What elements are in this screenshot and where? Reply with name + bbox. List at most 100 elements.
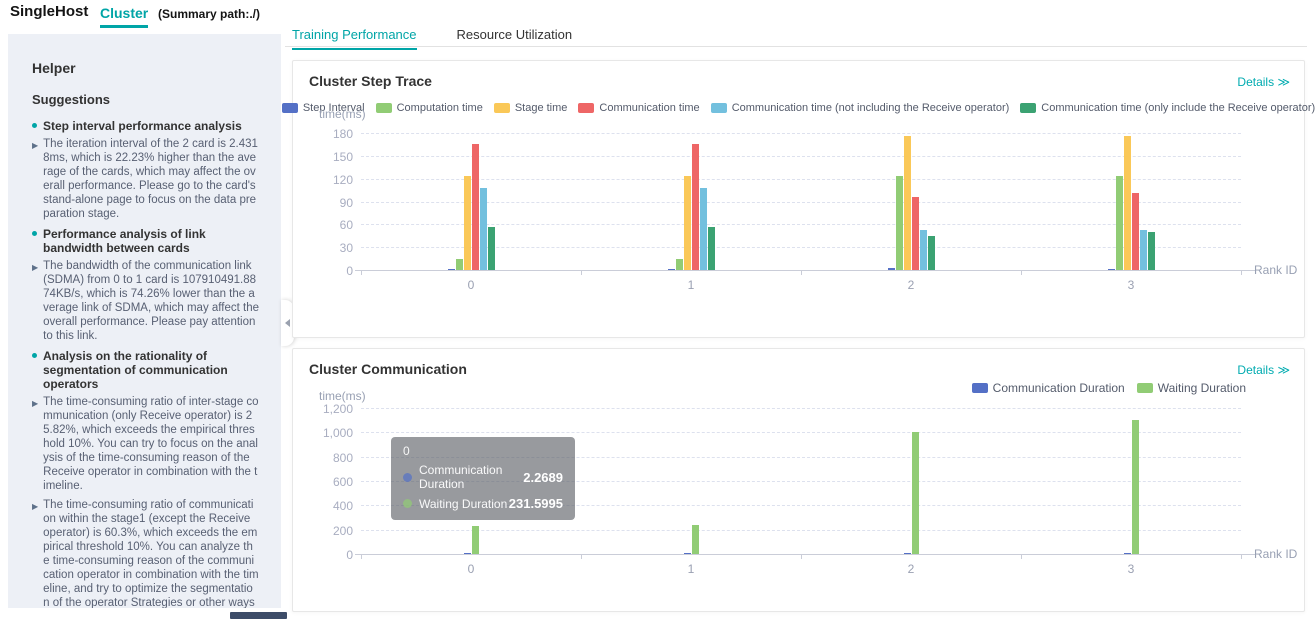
bar-communication-time-rank-3[interactable] <box>1132 193 1139 270</box>
gridline <box>361 133 1241 134</box>
communication-details-link[interactable]: Details ≫ <box>1237 363 1290 377</box>
bar-computation-time-rank-0[interactable] <box>456 259 463 270</box>
horizontal-scrollbar-thumb[interactable] <box>230 612 287 619</box>
bar-computation-time-rank-2[interactable] <box>896 176 903 270</box>
y-axis-tick-label: 0 <box>295 264 353 278</box>
bar-communication-duration-rank-3[interactable] <box>1124 553 1131 554</box>
bar-group-rank-0 <box>464 526 479 554</box>
legend-label: Waiting Duration <box>1158 381 1246 395</box>
bar-stage-time-rank-1[interactable] <box>684 176 691 270</box>
x-axis-category-label: 0 <box>361 562 581 576</box>
bar-communication-time-not-including-the-receive-operator-rank-0[interactable] <box>480 188 487 270</box>
tooltip-row: Communication Duration2.2689 <box>403 463 563 491</box>
bar-communication-time-not-including-the-receive-operator-rank-2[interactable] <box>920 230 927 270</box>
y-axis-tick-label: 0 <box>295 548 353 562</box>
page-title: SingleHost <box>10 3 88 20</box>
chevron-left-icon <box>285 319 290 327</box>
suggestion-detail: ▶The time-consuming ratio of inter-stage… <box>32 395 259 493</box>
bar-waiting-duration-rank-1[interactable] <box>692 525 699 554</box>
bar-communication-time-not-including-the-receive-operator-rank-1[interactable] <box>700 188 707 270</box>
bar-computation-time-rank-1[interactable] <box>676 259 683 270</box>
bar-step-interval-rank-0[interactable] <box>448 269 455 271</box>
bar-step-interval-rank-1[interactable] <box>668 269 675 271</box>
tooltip-row: Waiting Duration231.5995 <box>403 496 563 511</box>
legend-item-communication-time-only-include-the-receive-operator[interactable]: Communication time (only include the Rec… <box>1020 102 1315 114</box>
y-axis-tick-label: 1,200 <box>295 402 353 416</box>
legend-swatch-icon <box>494 103 510 113</box>
suggestion-detail: ▶The time-consuming ratio of communicati… <box>32 498 259 608</box>
tooltip-series-value: 2.2689 <box>523 470 563 485</box>
bar-stage-time-rank-3[interactable] <box>1124 136 1131 270</box>
helper-title: Helper <box>32 60 259 76</box>
bar-group-rank-2 <box>888 136 935 270</box>
legend-swatch-icon <box>282 103 298 113</box>
y-axis-tick-label: 600 <box>295 475 353 489</box>
caret-right-icon: ▶ <box>32 500 38 608</box>
legend-swatch-icon <box>1137 383 1153 393</box>
x-axis-category-label: 2 <box>801 278 1021 292</box>
bar-stage-time-rank-0[interactable] <box>464 176 471 270</box>
x-axis-category-label: 1 <box>581 278 801 292</box>
bar-communication-time-rank-1[interactable] <box>692 144 699 270</box>
suggestion-detail-text: The bandwidth of the communication link … <box>43 259 259 343</box>
x-axis-category-label: 2 <box>801 562 1021 576</box>
bar-waiting-duration-rank-2[interactable] <box>912 432 919 554</box>
bar-communication-duration-rank-1[interactable] <box>684 553 691 554</box>
legend-label: Communication time (not including the Re… <box>732 102 1010 114</box>
bar-waiting-duration-rank-0[interactable] <box>472 526 479 554</box>
y-axis-tick-label: 400 <box>295 499 353 513</box>
bar-step-interval-rank-2[interactable] <box>888 268 895 270</box>
y-axis-name: time(ms) <box>319 107 366 121</box>
bar-communication-time-only-include-the-receive-operator-rank-3[interactable] <box>1148 232 1155 270</box>
legend-swatch-icon <box>711 103 727 113</box>
gridline <box>361 432 1241 433</box>
bar-waiting-duration-rank-3[interactable] <box>1132 420 1139 554</box>
bar-communication-time-rank-0[interactable] <box>472 144 479 270</box>
y-axis-tick-label: 800 <box>295 451 353 465</box>
legend-item-computation-time[interactable]: Computation time <box>376 102 483 114</box>
bar-communication-time-rank-2[interactable] <box>912 197 919 270</box>
x-axis-category-label: 3 <box>1021 562 1241 576</box>
tabs-divider <box>285 46 1307 47</box>
tooltip-series-label: Communication Duration <box>419 463 523 491</box>
legend-item-communication-time-not-including-the-receive-operator[interactable]: Communication time (not including the Re… <box>711 102 1010 114</box>
x-axis-line <box>355 270 1255 271</box>
tooltip-rows: Communication Duration2.2689 Waiting Dura… <box>403 463 563 511</box>
suggestion-detail-text: The time-consuming ratio of inter-stage … <box>43 395 259 493</box>
step-trace-details-link[interactable]: Details ≫ <box>1237 75 1290 89</box>
caret-right-icon: ▶ <box>32 397 38 493</box>
legend-item-communication-time[interactable]: Communication time <box>578 102 699 114</box>
bar-communication-time-only-include-the-receive-operator-rank-1[interactable] <box>708 227 715 270</box>
legend-item-waiting-duration[interactable]: Waiting Duration <box>1137 381 1246 395</box>
bar-group-rank-2 <box>904 432 919 554</box>
cluster-step-trace-card: Cluster Step Trace Details ≫ Step Interv… <box>292 60 1305 338</box>
legend-item-communication-duration[interactable]: Communication Duration <box>972 381 1125 395</box>
chart-tooltip: 0 Communication Duration2.2689Waiting Du… <box>391 437 575 520</box>
legend-item-stage-time[interactable]: Stage time <box>494 102 568 114</box>
suggestion-detail-text: The time-consuming ratio of communicatio… <box>43 498 259 608</box>
nav-cluster[interactable]: Cluster <box>100 5 148 28</box>
bar-communication-time-only-include-the-receive-operator-rank-0[interactable] <box>488 227 495 270</box>
bar-communication-time-not-including-the-receive-operator-rank-3[interactable] <box>1140 230 1147 270</box>
legend-label: Computation time <box>397 102 483 114</box>
suggestions-title: Suggestions <box>32 92 259 107</box>
suggestion-title: Step interval performance analysis <box>32 119 259 133</box>
suggestion-detail-text: The iteration interval of the 2 card is … <box>43 137 259 221</box>
bullet-icon <box>32 123 37 128</box>
bar-communication-duration-rank-0[interactable] <box>464 553 471 554</box>
suggestions-list: Step interval performance analysis▶The i… <box>32 119 259 608</box>
bar-computation-time-rank-3[interactable] <box>1116 176 1123 270</box>
bar-communication-duration-rank-2[interactable] <box>904 553 911 554</box>
bar-communication-time-only-include-the-receive-operator-rank-2[interactable] <box>928 236 935 270</box>
x-axis-name: Rank ID <box>1254 547 1297 561</box>
cluster-communication-card: Cluster Communication Details ≫ Communic… <box>292 348 1305 612</box>
x-axis-tick <box>1021 271 1022 275</box>
y-axis-tick-label: 120 <box>295 173 353 187</box>
card-title: Cluster Step Trace <box>309 73 432 89</box>
y-axis-tick-label: 1,000 <box>295 426 353 440</box>
bar-step-interval-rank-3[interactable] <box>1108 269 1115 271</box>
bar-stage-time-rank-2[interactable] <box>904 136 911 270</box>
suggestion-detail: ▶The iteration interval of the 2 card is… <box>32 137 259 221</box>
x-axis-tick <box>1021 555 1022 559</box>
legend-swatch-icon <box>376 103 392 113</box>
